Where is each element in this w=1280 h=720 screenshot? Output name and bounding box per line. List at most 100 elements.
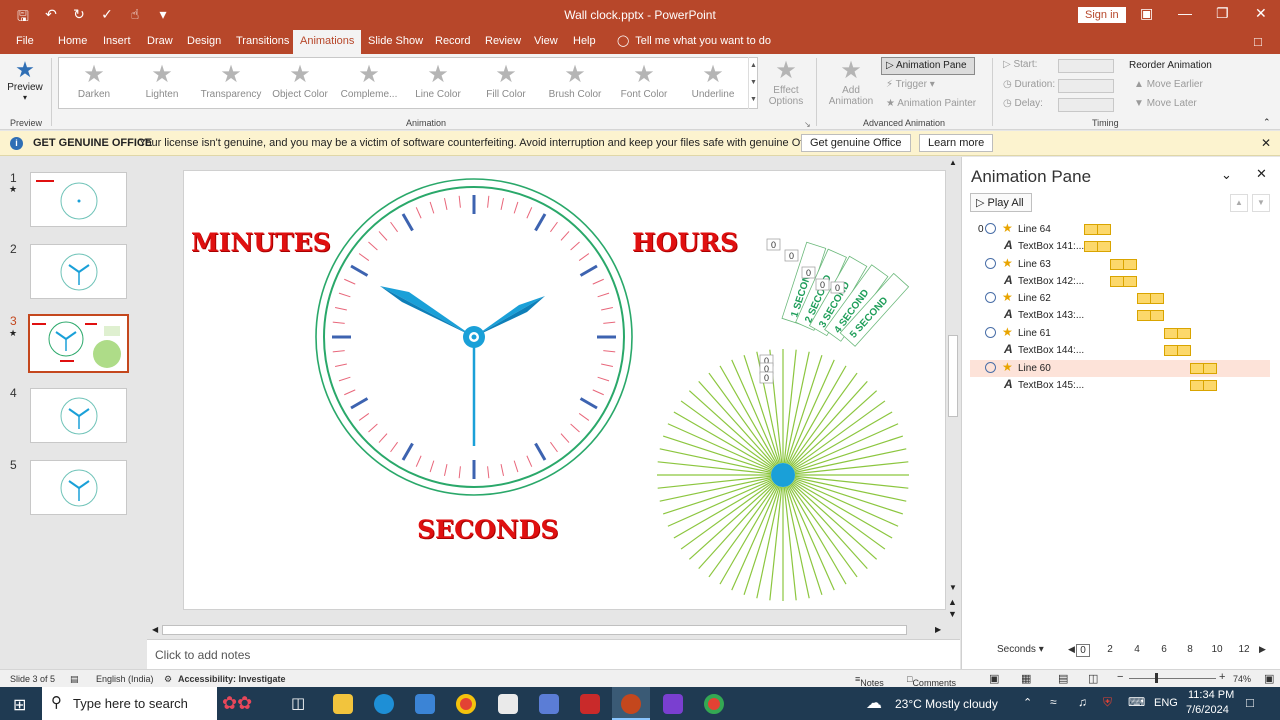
tab-view[interactable]: View	[534, 35, 558, 47]
pane-options-icon[interactable]: ⌄	[1221, 167, 1232, 183]
tell-me-search[interactable]: ◯ Tell me what you want to do	[617, 34, 771, 47]
sign-in-button[interactable]: Sign in	[1078, 7, 1126, 23]
reading-view-icon[interactable]: ▤	[1058, 672, 1068, 685]
wifi-icon[interactable]: ≈	[1050, 695, 1057, 709]
anim-item[interactable]: ★ Line 63	[970, 256, 1270, 273]
tab-draw[interactable]: Draw	[147, 35, 173, 47]
clipchamp-icon[interactable]	[663, 694, 683, 714]
anim-item[interactable]: A TextBox 143:...	[970, 307, 1270, 324]
close-bar-icon[interactable]: ✕	[1261, 136, 1271, 150]
slide-thumb-5[interactable]	[30, 460, 127, 515]
comments-toggle[interactable]: □ Comments	[907, 674, 956, 688]
effect-line-color[interactable]: ★ Line Color	[404, 61, 472, 100]
seconds-label[interactable]: SECONDS	[417, 515, 558, 544]
clock-hands[interactable]	[380, 286, 545, 446]
scroll-up-icon[interactable]: ▲	[749, 57, 758, 74]
move-down-icon[interactable]: ▼	[1252, 194, 1270, 212]
preview-button[interactable]: ★ Preview ▾	[6, 58, 44, 103]
timeline-right-icon[interactable]: ▶	[1259, 644, 1266, 655]
timeline-bar[interactable]	[1110, 259, 1137, 270]
clock-date[interactable]: 7/6/2024	[1186, 704, 1229, 716]
anim-item[interactable]: ★ Line 61	[970, 325, 1270, 342]
timeline-bar[interactable]	[1164, 328, 1191, 339]
timeline-left-icon[interactable]: ◀	[1068, 644, 1075, 655]
acrobat-icon[interactable]	[580, 694, 600, 714]
anim-item-selected[interactable]: ★ Line 60	[970, 360, 1270, 377]
slideshow-view-icon[interactable]: ◫	[1088, 672, 1098, 685]
minimize-icon[interactable]: —	[1178, 5, 1192, 21]
tab-file[interactable]: File	[16, 35, 34, 47]
comments-icon[interactable]: □	[1254, 34, 1262, 49]
dialog-launcher-icon[interactable]: ↘	[804, 120, 811, 129]
language-tray[interactable]: ENG	[1154, 697, 1178, 709]
start-dropdown[interactable]	[1058, 59, 1114, 73]
effect-options-button[interactable]: ★ Effect Options	[763, 57, 809, 107]
move-earlier-button[interactable]: ▲ Move Earlier	[1134, 79, 1203, 90]
duration-input[interactable]	[1058, 79, 1114, 93]
notes-toggle[interactable]: ≡ Notes	[855, 674, 884, 688]
tab-design[interactable]: Design	[187, 35, 221, 47]
horizontal-scroll-thumb[interactable]	[162, 625, 907, 635]
gallery-scroll[interactable]: ▲ ▼ ▼	[748, 57, 758, 109]
effect-darken[interactable]: ★ Darken	[60, 61, 128, 100]
delay-input[interactable]	[1058, 98, 1114, 112]
store-icon[interactable]	[498, 694, 518, 714]
effect-transparency[interactable]: ★ Transparency	[197, 61, 265, 100]
learn-more-button[interactable]: Learn more	[919, 134, 994, 152]
notes-pane[interactable]: Click to add notes	[147, 639, 960, 669]
notifications-icon[interactable]: □	[1246, 695, 1254, 710]
slide-canvas[interactable]: 1 SECOND 2 SECOND 3 SECOND 4 SECOND 5 SECOND…	[183, 170, 946, 610]
language-indicator[interactable]: English (India)	[96, 674, 154, 684]
anim-item[interactable]: ★ Line 62	[970, 290, 1270, 307]
tab-record[interactable]: Record	[435, 35, 470, 47]
weather-text[interactable]: 23°C Mostly cloudy	[895, 697, 998, 711]
move-later-button[interactable]: ▼ Move Later	[1134, 98, 1197, 109]
chrome-profile-icon[interactable]	[704, 694, 724, 714]
zoom-in-icon[interactable]: +	[1219, 671, 1225, 683]
tab-insert[interactable]: Insert	[103, 35, 131, 47]
edge-icon[interactable]	[374, 694, 394, 714]
tab-review[interactable]: Review	[485, 35, 521, 47]
hours-label[interactable]: HOURS	[632, 228, 738, 257]
timeline-bar[interactable]	[1164, 345, 1191, 356]
normal-view-icon[interactable]: ▣	[989, 672, 999, 685]
effect-brush-color[interactable]: ★ Brush Color	[541, 61, 609, 100]
tab-slide-show[interactable]: Slide Show	[368, 35, 423, 47]
slide-thumb-3[interactable]	[28, 314, 129, 373]
maximize-icon[interactable]: ❐	[1216, 5, 1229, 22]
slide-thumb-2[interactable]	[30, 244, 127, 299]
add-animation-button[interactable]: ★ Add Animation	[822, 57, 880, 107]
effect-font-color[interactable]: ★ Font Color	[610, 61, 678, 100]
tray-chevron-icon[interactable]: ⌃	[1023, 696, 1032, 709]
spelling-status-icon[interactable]: ▤	[70, 674, 79, 685]
minutes-label[interactable]: MINUTES	[191, 228, 331, 257]
previous-slide-icon[interactable]: ▲	[948, 597, 957, 607]
timeline-bar[interactable]	[1110, 276, 1137, 287]
seconds-dropdown[interactable]: Seconds ▾	[997, 644, 1044, 655]
zoom-slider[interactable]	[1129, 678, 1216, 679]
timeline-bar[interactable]	[1137, 293, 1164, 304]
collapse-ribbon-icon[interactable]: ⌃	[1263, 117, 1271, 128]
second-cards[interactable]: 1 SECOND2 SECOND3 SECOND4 SECOND5 SECOND	[781, 241, 910, 347]
anim-item[interactable]: A TextBox 144:...	[970, 342, 1270, 359]
effect-underline[interactable]: ★ Underline	[679, 61, 747, 100]
zoom-level[interactable]: 74%	[1233, 674, 1251, 684]
trigger-button[interactable]: ⚡ Trigger ▾	[886, 79, 935, 90]
slide-thumb-4[interactable]	[30, 388, 127, 443]
effect-fill-color[interactable]: ★ Fill Color	[472, 61, 540, 100]
timeline-bar[interactable]	[1190, 363, 1217, 374]
move-up-icon[interactable]: ▲	[1230, 194, 1248, 212]
timeline-bar[interactable]	[1084, 241, 1111, 252]
security-icon[interactable]: ⛨	[1103, 695, 1112, 710]
effect-complementary[interactable]: ★ Compleme...	[335, 61, 403, 100]
task-view-icon[interactable]: ◫	[291, 694, 305, 712]
zoom-out-icon[interactable]: −	[1117, 671, 1123, 683]
taskbar-search[interactable]: ⚲ Type here to search	[42, 687, 217, 720]
effect-object-color[interactable]: ★ Object Color	[266, 61, 334, 100]
powerpoint-taskbar-button[interactable]	[612, 687, 650, 720]
timeline-bar[interactable]	[1190, 380, 1217, 391]
close-pane-icon[interactable]: ✕	[1256, 166, 1267, 182]
fit-slide-icon[interactable]: ▣	[1264, 672, 1274, 685]
play-all-button[interactable]: ▷ Play All	[970, 193, 1032, 212]
windows-start-icon[interactable]: ⊞	[13, 695, 26, 715]
